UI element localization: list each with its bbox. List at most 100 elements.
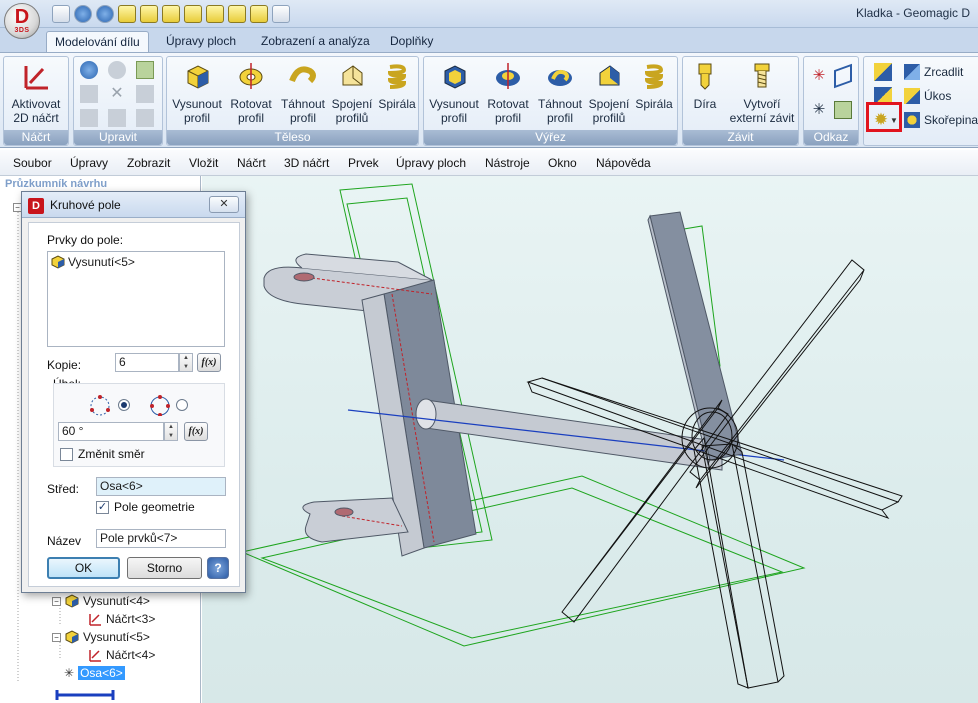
- view-cube-icon[interactable]: [250, 5, 268, 23]
- tab-addons[interactable]: Doplňky: [382, 31, 441, 53]
- feature-item-label: Vysunutí<5>: [68, 255, 135, 269]
- properties-icon[interactable]: [136, 109, 154, 127]
- redo-icon[interactable]: [96, 5, 114, 23]
- view-cube-icon[interactable]: [140, 5, 158, 23]
- external-thread-button[interactable]: Vytvoří externí závit: [727, 59, 797, 125]
- solid-sweep-button[interactable]: Táhnout profil: [277, 59, 329, 125]
- view-cube-icon[interactable]: [184, 5, 202, 23]
- cut-loft-icon: [599, 65, 620, 86]
- angle-fx-button[interactable]: f(x): [184, 422, 208, 441]
- revolve-icon: [239, 63, 263, 89]
- center-input[interactable]: Osa<6>: [96, 477, 226, 496]
- copies-stepper[interactable]: ▲ ▼: [179, 353, 193, 372]
- save-icon[interactable]: [52, 5, 70, 23]
- features-list[interactable]: Vysunutí<5>: [47, 251, 225, 347]
- mirror-label: Zrcadlit: [924, 65, 964, 79]
- view-cube-icon[interactable]: [206, 5, 224, 23]
- axis-icon: ✳: [64, 666, 75, 680]
- menu-file[interactable]: Soubor: [13, 156, 52, 170]
- cut-sweep-button[interactable]: Táhnout profil: [534, 59, 586, 125]
- cut-revolve-button[interactable]: Rotovat profil: [482, 59, 534, 125]
- tree-item-sketch-3[interactable]: Náčrt<3>: [88, 612, 155, 626]
- menu-window[interactable]: Okno: [548, 156, 577, 170]
- rebuild-icon[interactable]: [136, 61, 154, 79]
- undo-icon[interactable]: [74, 5, 92, 23]
- customize-toolbar-icon[interactable]: [272, 5, 290, 23]
- solid-revolve-button[interactable]: Rotovat profil: [225, 59, 277, 125]
- list-item[interactable]: Vysunutí<5>: [51, 255, 135, 269]
- reference-csys-icon[interactable]: [834, 101, 852, 119]
- app-icon: D: [28, 198, 44, 214]
- group-title-sketch: Náčrt: [4, 130, 68, 145]
- mirror-button[interactable]: Zrcadlit: [904, 61, 963, 83]
- extrude-icon: [65, 594, 79, 608]
- hole-button[interactable]: Díra: [685, 59, 725, 111]
- draft-icon: [904, 88, 920, 104]
- tree-item-axis-6[interactable]: ✳ Osa<6>: [64, 666, 125, 680]
- tab-surface-edit[interactable]: Úpravy ploch: [158, 31, 244, 53]
- menu-surface-edit[interactable]: Úpravy ploch: [396, 156, 466, 170]
- mirror-icon: [904, 64, 920, 80]
- menu-view[interactable]: Zobrazit: [127, 156, 170, 170]
- menu-feature[interactable]: Prvek: [348, 156, 379, 170]
- solid-loft-button[interactable]: Spojení profilů: [329, 59, 375, 125]
- menu-insert[interactable]: Vložit: [189, 156, 218, 170]
- reverse-direction-checkbox[interactable]: [60, 448, 73, 461]
- tree-item-extrude-5[interactable]: − Vysunutí<5>: [52, 630, 150, 644]
- solid-revolve-label: Rotovat profil: [230, 97, 272, 125]
- menu-3d-sketch[interactable]: 3D náčrt: [284, 156, 329, 170]
- reverse-direction-label: Změnit směr: [78, 447, 145, 461]
- tab-part-modeling[interactable]: Modelování dílu: [46, 31, 149, 53]
- refresh-icon[interactable]: [108, 61, 126, 79]
- reference-plane-icon[interactable]: [834, 63, 852, 89]
- angle-input[interactable]: 60 °: [58, 422, 164, 441]
- angle-stepper[interactable]: ▲ ▼: [164, 422, 178, 441]
- solid-helix-button[interactable]: Spirála: [375, 59, 419, 111]
- delete-icon[interactable]: ✕: [108, 85, 126, 103]
- tree-expander[interactable]: −: [52, 632, 61, 642]
- activate-2d-sketch-button[interactable]: Aktivovat 2D náčrt: [6, 59, 66, 125]
- close-button[interactable]: ✕: [209, 196, 239, 213]
- cut-extrude-icon: [444, 65, 466, 89]
- cut-helix-button[interactable]: Spirála: [632, 59, 676, 111]
- view-cube-icon[interactable]: [162, 5, 180, 23]
- loft-icon: [342, 65, 363, 86]
- geometry-pattern-checkbox[interactable]: ✓: [96, 501, 109, 514]
- cancel-button[interactable]: Storno: [127, 557, 202, 579]
- view-cube-icon[interactable]: [118, 5, 136, 23]
- tab-view-analysis[interactable]: Zobrazení a analýza: [253, 31, 378, 53]
- menu-help[interactable]: Nápověda: [596, 156, 651, 170]
- angle-total-radio[interactable]: [176, 399, 188, 411]
- name-input[interactable]: Pole prvků<7>: [96, 529, 226, 548]
- menu-tools[interactable]: Nástroje: [485, 156, 530, 170]
- angle-between-radio[interactable]: [118, 399, 130, 411]
- reference-axis-icon[interactable]: ✳: [810, 101, 828, 119]
- rotate-icon[interactable]: [80, 61, 98, 79]
- duplicate-icon[interactable]: [108, 109, 126, 127]
- tree-expander[interactable]: −: [52, 596, 61, 606]
- copy-icon[interactable]: [80, 85, 98, 103]
- 3d-viewport[interactable]: [202, 176, 978, 703]
- dialog-title-bar[interactable]: D Kruhové pole ✕: [22, 192, 245, 218]
- copies-fx-button[interactable]: f(x): [197, 353, 221, 372]
- paste-icon[interactable]: [80, 109, 98, 127]
- copies-input[interactable]: 6: [115, 353, 179, 372]
- shell-button[interactable]: Skořepina: [904, 109, 978, 131]
- design-explorer-title: Průzkumník návrhu: [5, 178, 108, 190]
- ok-button[interactable]: OK: [47, 557, 120, 579]
- menu-edit[interactable]: Úpravy: [70, 156, 108, 170]
- solid-extrude-button[interactable]: Vysunout profil: [169, 59, 225, 125]
- view-cube-icon[interactable]: [228, 5, 246, 23]
- app-logo-button[interactable]: D 3DS: [4, 3, 40, 39]
- tree-item-extrude-4[interactable]: − Vysunutí<4>: [52, 594, 150, 608]
- help-icon[interactable]: ?: [207, 557, 229, 579]
- draft-button[interactable]: Úkos: [904, 85, 951, 107]
- group-title-edit: Upravit: [74, 130, 162, 145]
- move-icon[interactable]: [136, 85, 154, 103]
- reference-point-icon[interactable]: ✳: [810, 67, 828, 85]
- cut-extrude-button[interactable]: Vysunout profil: [426, 59, 482, 125]
- menu-sketch[interactable]: Náčrt: [237, 156, 266, 170]
- tree-item-sketch-4[interactable]: Náčrt<4>: [88, 648, 155, 662]
- pattern-linear-icon[interactable]: [874, 63, 892, 81]
- cut-loft-button[interactable]: Spojení profilů: [586, 59, 632, 125]
